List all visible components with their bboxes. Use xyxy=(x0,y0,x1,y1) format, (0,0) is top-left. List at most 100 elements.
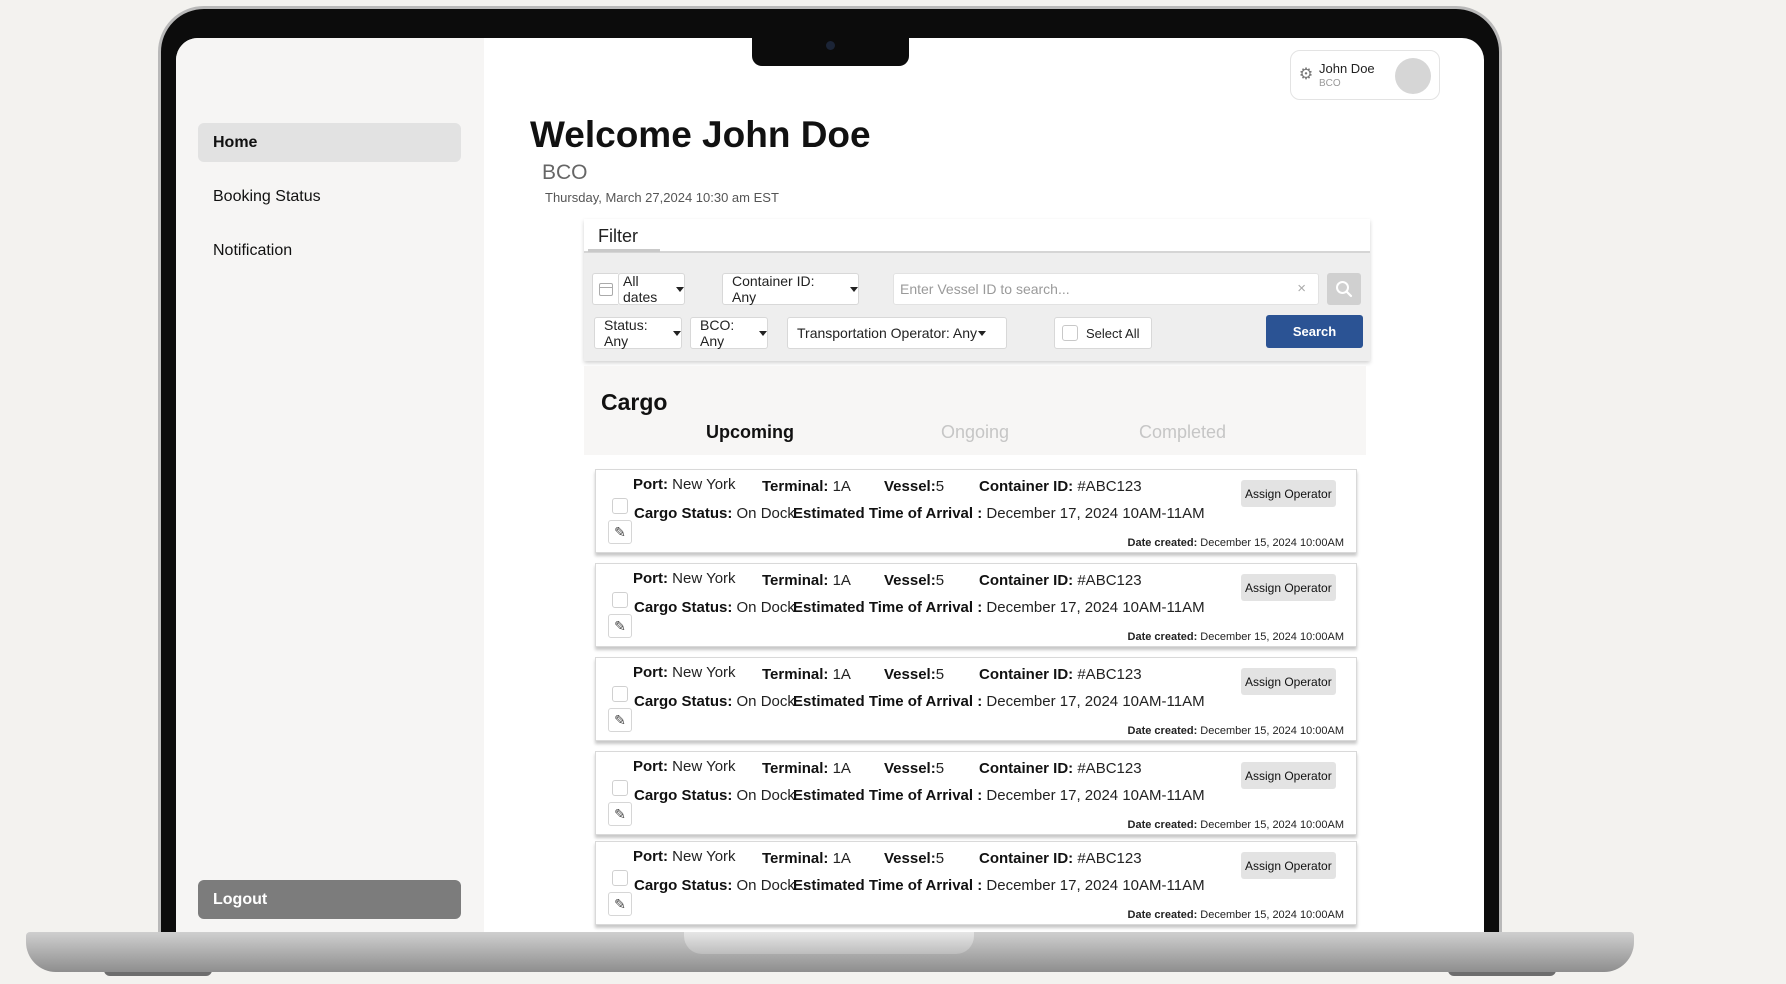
date-created: Date created: December 15, 2024 10:00AM xyxy=(1128,819,1344,831)
calendar-icon xyxy=(598,282,613,296)
pencil-icon: ✎ xyxy=(614,711,626,728)
sidebar-item-booking-status[interactable]: Booking Status xyxy=(198,177,461,216)
vessel-label: Vessel: xyxy=(884,760,936,777)
pencil-icon: ✎ xyxy=(614,617,626,634)
eta-label: Estimated Time of Arrival : xyxy=(793,505,983,522)
page-subtitle: BCO xyxy=(542,161,588,184)
assign-operator-button[interactable]: Assign Operator xyxy=(1241,852,1336,879)
gear-icon[interactable]: ⚙ xyxy=(1297,66,1315,84)
tab-ongoing[interactable]: Ongoing xyxy=(941,422,1009,443)
terminal-label: Terminal: xyxy=(762,850,829,867)
vessel-value: 5 xyxy=(935,572,945,589)
tab-completed[interactable]: Completed xyxy=(1139,422,1226,443)
date-created-label: Date created: xyxy=(1127,631,1198,643)
port-label: Port: xyxy=(633,664,668,681)
bco-dropdown-label: BCO: Any xyxy=(700,317,735,349)
date-created-value: December 15, 2024 10:00AM xyxy=(1200,909,1344,921)
date-created-label: Date created: xyxy=(1127,725,1198,737)
status-label: Cargo Status: xyxy=(634,505,733,522)
chevron-down-icon xyxy=(759,330,767,336)
avatar[interactable] xyxy=(1395,58,1431,94)
row-checkbox[interactable] xyxy=(612,498,628,514)
container-value: #ABC123 xyxy=(1077,478,1142,495)
container-value: #ABC123 xyxy=(1077,850,1142,867)
vessel-label: Vessel: xyxy=(884,850,936,867)
row-checkbox[interactable] xyxy=(612,870,628,886)
pencil-icon: ✎ xyxy=(614,523,626,540)
search-icon xyxy=(1336,281,1353,298)
port-label: Port: xyxy=(633,476,668,493)
eta-label: Estimated Time of Arrival : xyxy=(793,599,983,616)
container-label: Container ID: xyxy=(979,666,1074,683)
container-value: #ABC123 xyxy=(1077,760,1142,777)
edit-button[interactable]: ✎ xyxy=(608,802,632,826)
sidebar-item-home[interactable]: Home xyxy=(198,123,461,162)
eta-field: Estimated Time of Arrival : December 17,… xyxy=(793,505,1205,522)
date-created-label: Date created: xyxy=(1127,819,1198,831)
tab-filter[interactable]: Filter xyxy=(584,219,1370,253)
sidebar: Home Booking Status Notification Logout xyxy=(176,38,484,932)
assign-operator-button[interactable]: Assign Operator xyxy=(1241,668,1336,695)
tab-underline xyxy=(588,249,660,252)
eta-field: Estimated Time of Arrival : December 17,… xyxy=(793,693,1205,710)
assign-operator-button[interactable]: Assign Operator xyxy=(1241,574,1336,601)
eta-label: Estimated Time of Arrival : xyxy=(793,787,983,804)
user-menu[interactable]: ⚙ John Doe BCO xyxy=(1290,50,1440,100)
assign-operator-button[interactable]: Assign Operator xyxy=(1241,762,1336,789)
row-checkbox[interactable] xyxy=(612,780,628,796)
status-value: On Dock xyxy=(736,599,795,616)
eta-label: Estimated Time of Arrival : xyxy=(793,877,983,894)
status-value: On Dock xyxy=(736,505,795,522)
vessel-label: Vessel: xyxy=(884,478,936,495)
filter-tab-label: Filter xyxy=(598,226,638,246)
select-all-checkbox[interactable] xyxy=(1062,325,1078,341)
eta-field: Estimated Time of Arrival : December 17,… xyxy=(793,599,1205,616)
current-datetime: Thursday, March 27,2024 10:30 am EST xyxy=(545,190,779,205)
cargo-card: ✎ Port: New York Terminal: 1A Vessel:5 Conta… xyxy=(595,841,1357,925)
date-created-value: December 15, 2024 10:00AM xyxy=(1200,537,1344,549)
edit-button[interactable]: ✎ xyxy=(608,708,632,732)
tab-upcoming[interactable]: Upcoming xyxy=(706,422,794,443)
vessel-search-field[interactable]: × xyxy=(893,273,1319,305)
port-label: Port: xyxy=(633,848,668,865)
status-value: On Dock xyxy=(736,693,795,710)
edit-button[interactable]: ✎ xyxy=(608,614,632,638)
terminal-label: Terminal: xyxy=(762,478,829,495)
status-label: Cargo Status: xyxy=(634,693,733,710)
vessel-search-input[interactable] xyxy=(894,281,1284,297)
row-checkbox[interactable] xyxy=(612,686,628,702)
terminal-field: Terminal: 1A xyxy=(762,572,851,589)
container-label: Container ID: xyxy=(979,850,1074,867)
assign-operator-button[interactable]: Assign Operator xyxy=(1241,480,1336,507)
port-label: Port: xyxy=(633,758,668,775)
container-label: Container ID: xyxy=(979,760,1074,777)
eta-value: December 17, 2024 10AM-11AM xyxy=(986,599,1205,616)
date-created-value: December 15, 2024 10:00AM xyxy=(1200,819,1344,831)
edit-button[interactable]: ✎ xyxy=(608,520,632,544)
port-value: New York xyxy=(672,758,736,775)
search-button[interactable]: Search xyxy=(1266,315,1363,348)
clear-icon[interactable]: × xyxy=(1297,280,1306,297)
vessel-field: Vessel:5 xyxy=(884,572,944,589)
terminal-value: 1A xyxy=(832,666,851,683)
bco-dropdown[interactable]: BCO: Any xyxy=(690,317,768,349)
terminal-value: 1A xyxy=(832,850,851,867)
search-icon-button[interactable] xyxy=(1327,273,1361,305)
vessel-value: 5 xyxy=(935,478,945,495)
select-all-toggle[interactable]: Select All xyxy=(1054,317,1152,349)
edit-button[interactable]: ✎ xyxy=(608,892,632,916)
port-field: Port: New York xyxy=(633,664,736,681)
vessel-field: Vessel:5 xyxy=(884,666,944,683)
eta-field: Estimated Time of Arrival : December 17,… xyxy=(793,787,1205,804)
dates-dropdown[interactable]: All dates xyxy=(618,273,685,305)
status-field: Cargo Status: On Dock xyxy=(634,505,795,522)
sidebar-item-notification[interactable]: Notification xyxy=(198,231,461,270)
row-checkbox[interactable] xyxy=(612,592,628,608)
port-value: New York xyxy=(672,570,736,587)
logout-button[interactable]: Logout xyxy=(198,880,461,919)
terminal-value: 1A xyxy=(832,760,851,777)
operator-dropdown[interactable]: Transportation Operator: Any xyxy=(787,317,1007,349)
date-picker-button[interactable] xyxy=(592,273,618,305)
container-dropdown[interactable]: Container ID: Any xyxy=(722,273,859,305)
status-dropdown[interactable]: Status: Any xyxy=(594,317,682,349)
